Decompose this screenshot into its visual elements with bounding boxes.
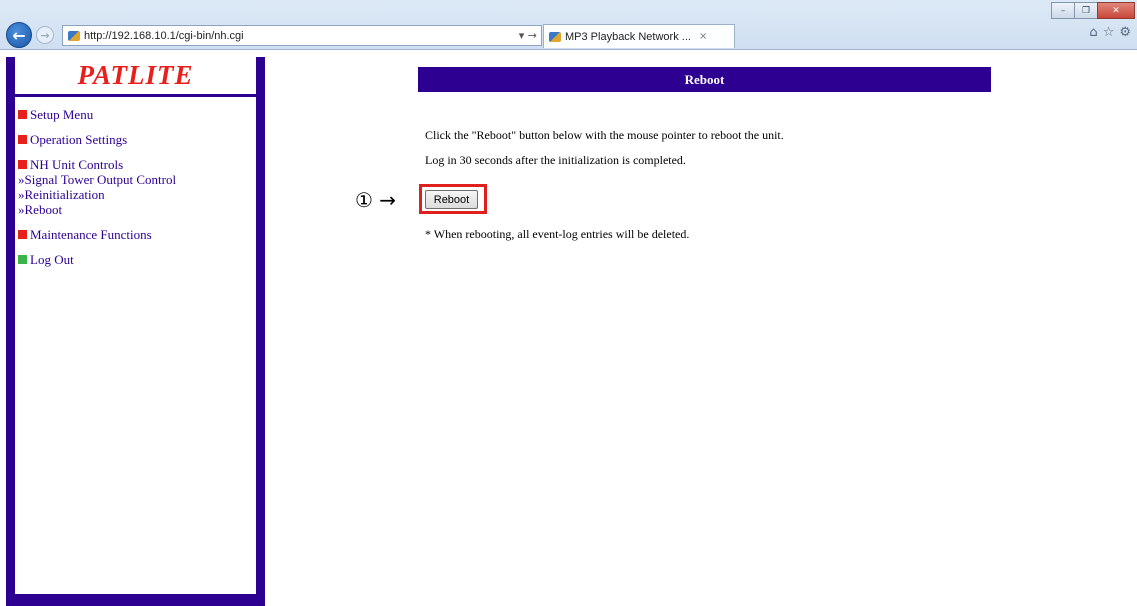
address-text[interactable]: http://192.168.10.1/cgi-bin/nh.cgi (84, 30, 515, 42)
browser-toolbar-icons: ⌂ ☆ ⚙ (1089, 25, 1131, 40)
minimize-icon[interactable]: – (1051, 2, 1075, 19)
sidebar-item-label[interactable]: Log Out (30, 252, 74, 268)
sidebar-panel: PATLITE Setup Menu Operation Settings NH… (15, 57, 256, 594)
tab-mp3-playback[interactable]: MP3 Playback Network ... × (543, 24, 735, 48)
reboot-button[interactable]: Reboot (425, 190, 478, 209)
sidebar-link-signal-tower-output-control[interactable]: »Signal Tower Output Control (18, 172, 176, 187)
back-arrow-icon[interactable]: ← (6, 22, 32, 48)
event-log-warning-text: * When rebooting, all event-log entries … (425, 227, 690, 241)
sidebar-item-log-out[interactable]: Log Out (18, 252, 176, 267)
sidebar-item-label[interactable]: NH Unit Controls (30, 157, 123, 173)
tab-favicon-icon (549, 31, 561, 42)
sidebar-item-nh-unit-controls[interactable]: NH Unit Controls (18, 157, 176, 172)
instruction-text: Click the "Reboot" button below with the… (425, 128, 784, 142)
home-icon[interactable]: ⌂ (1089, 25, 1097, 40)
logo-box: PATLITE (15, 57, 256, 97)
sidebar-item-setup-menu[interactable]: Setup Menu (18, 107, 176, 122)
address-controls[interactable]: ▾ → (515, 29, 541, 42)
sidebar-item-label[interactable]: Setup Menu (30, 107, 93, 123)
close-window-icon[interactable]: ✕ (1097, 2, 1135, 19)
login-note-text: Log in 30 seconds after the initializati… (425, 153, 686, 167)
forward-arrow-icon[interactable]: → (36, 26, 54, 44)
site-favicon-icon (68, 30, 80, 41)
patlite-logo: PATLITE (77, 60, 194, 90)
settings-gear-icon[interactable]: ⚙ (1119, 25, 1131, 40)
sidebar: PATLITE Setup Menu Operation Settings NH… (6, 57, 265, 606)
tab-close-icon[interactable]: × (699, 31, 707, 42)
page-title: Reboot (418, 67, 991, 92)
sidebar-item-label[interactable]: Operation Settings (30, 132, 127, 148)
address-bar[interactable]: http://192.168.10.1/cgi-bin/nh.cgi ▾ → (62, 25, 542, 46)
red-square-bullet-icon (18, 230, 27, 239)
sidebar-item-maintenance-functions[interactable]: Maintenance Functions (18, 227, 176, 242)
step-1-arrow-annotation: ① → (355, 188, 397, 212)
sidebar-link-reboot[interactable]: »Reboot (18, 202, 176, 217)
green-square-bullet-icon (18, 255, 27, 264)
red-square-bullet-icon (18, 110, 27, 119)
sidebar-menu: Setup Menu Operation Settings NH Unit Co… (18, 107, 176, 277)
browser-chrome: ← → http://192.168.10.1/cgi-bin/nh.cgi ▾… (0, 0, 1137, 50)
sidebar-item-label[interactable]: Maintenance Functions (30, 227, 152, 243)
window-controls: – ❐ ✕ (1051, 2, 1135, 19)
favorites-star-icon[interactable]: ☆ (1103, 25, 1115, 40)
red-square-bullet-icon (18, 135, 27, 144)
tab-title: MP3 Playback Network ... (565, 30, 691, 43)
sidebar-item-operation-settings[interactable]: Operation Settings (18, 132, 176, 147)
restore-icon[interactable]: ❐ (1074, 2, 1098, 19)
sidebar-link-reinitialization[interactable]: »Reinitialization (18, 187, 176, 202)
red-square-bullet-icon (18, 160, 27, 169)
